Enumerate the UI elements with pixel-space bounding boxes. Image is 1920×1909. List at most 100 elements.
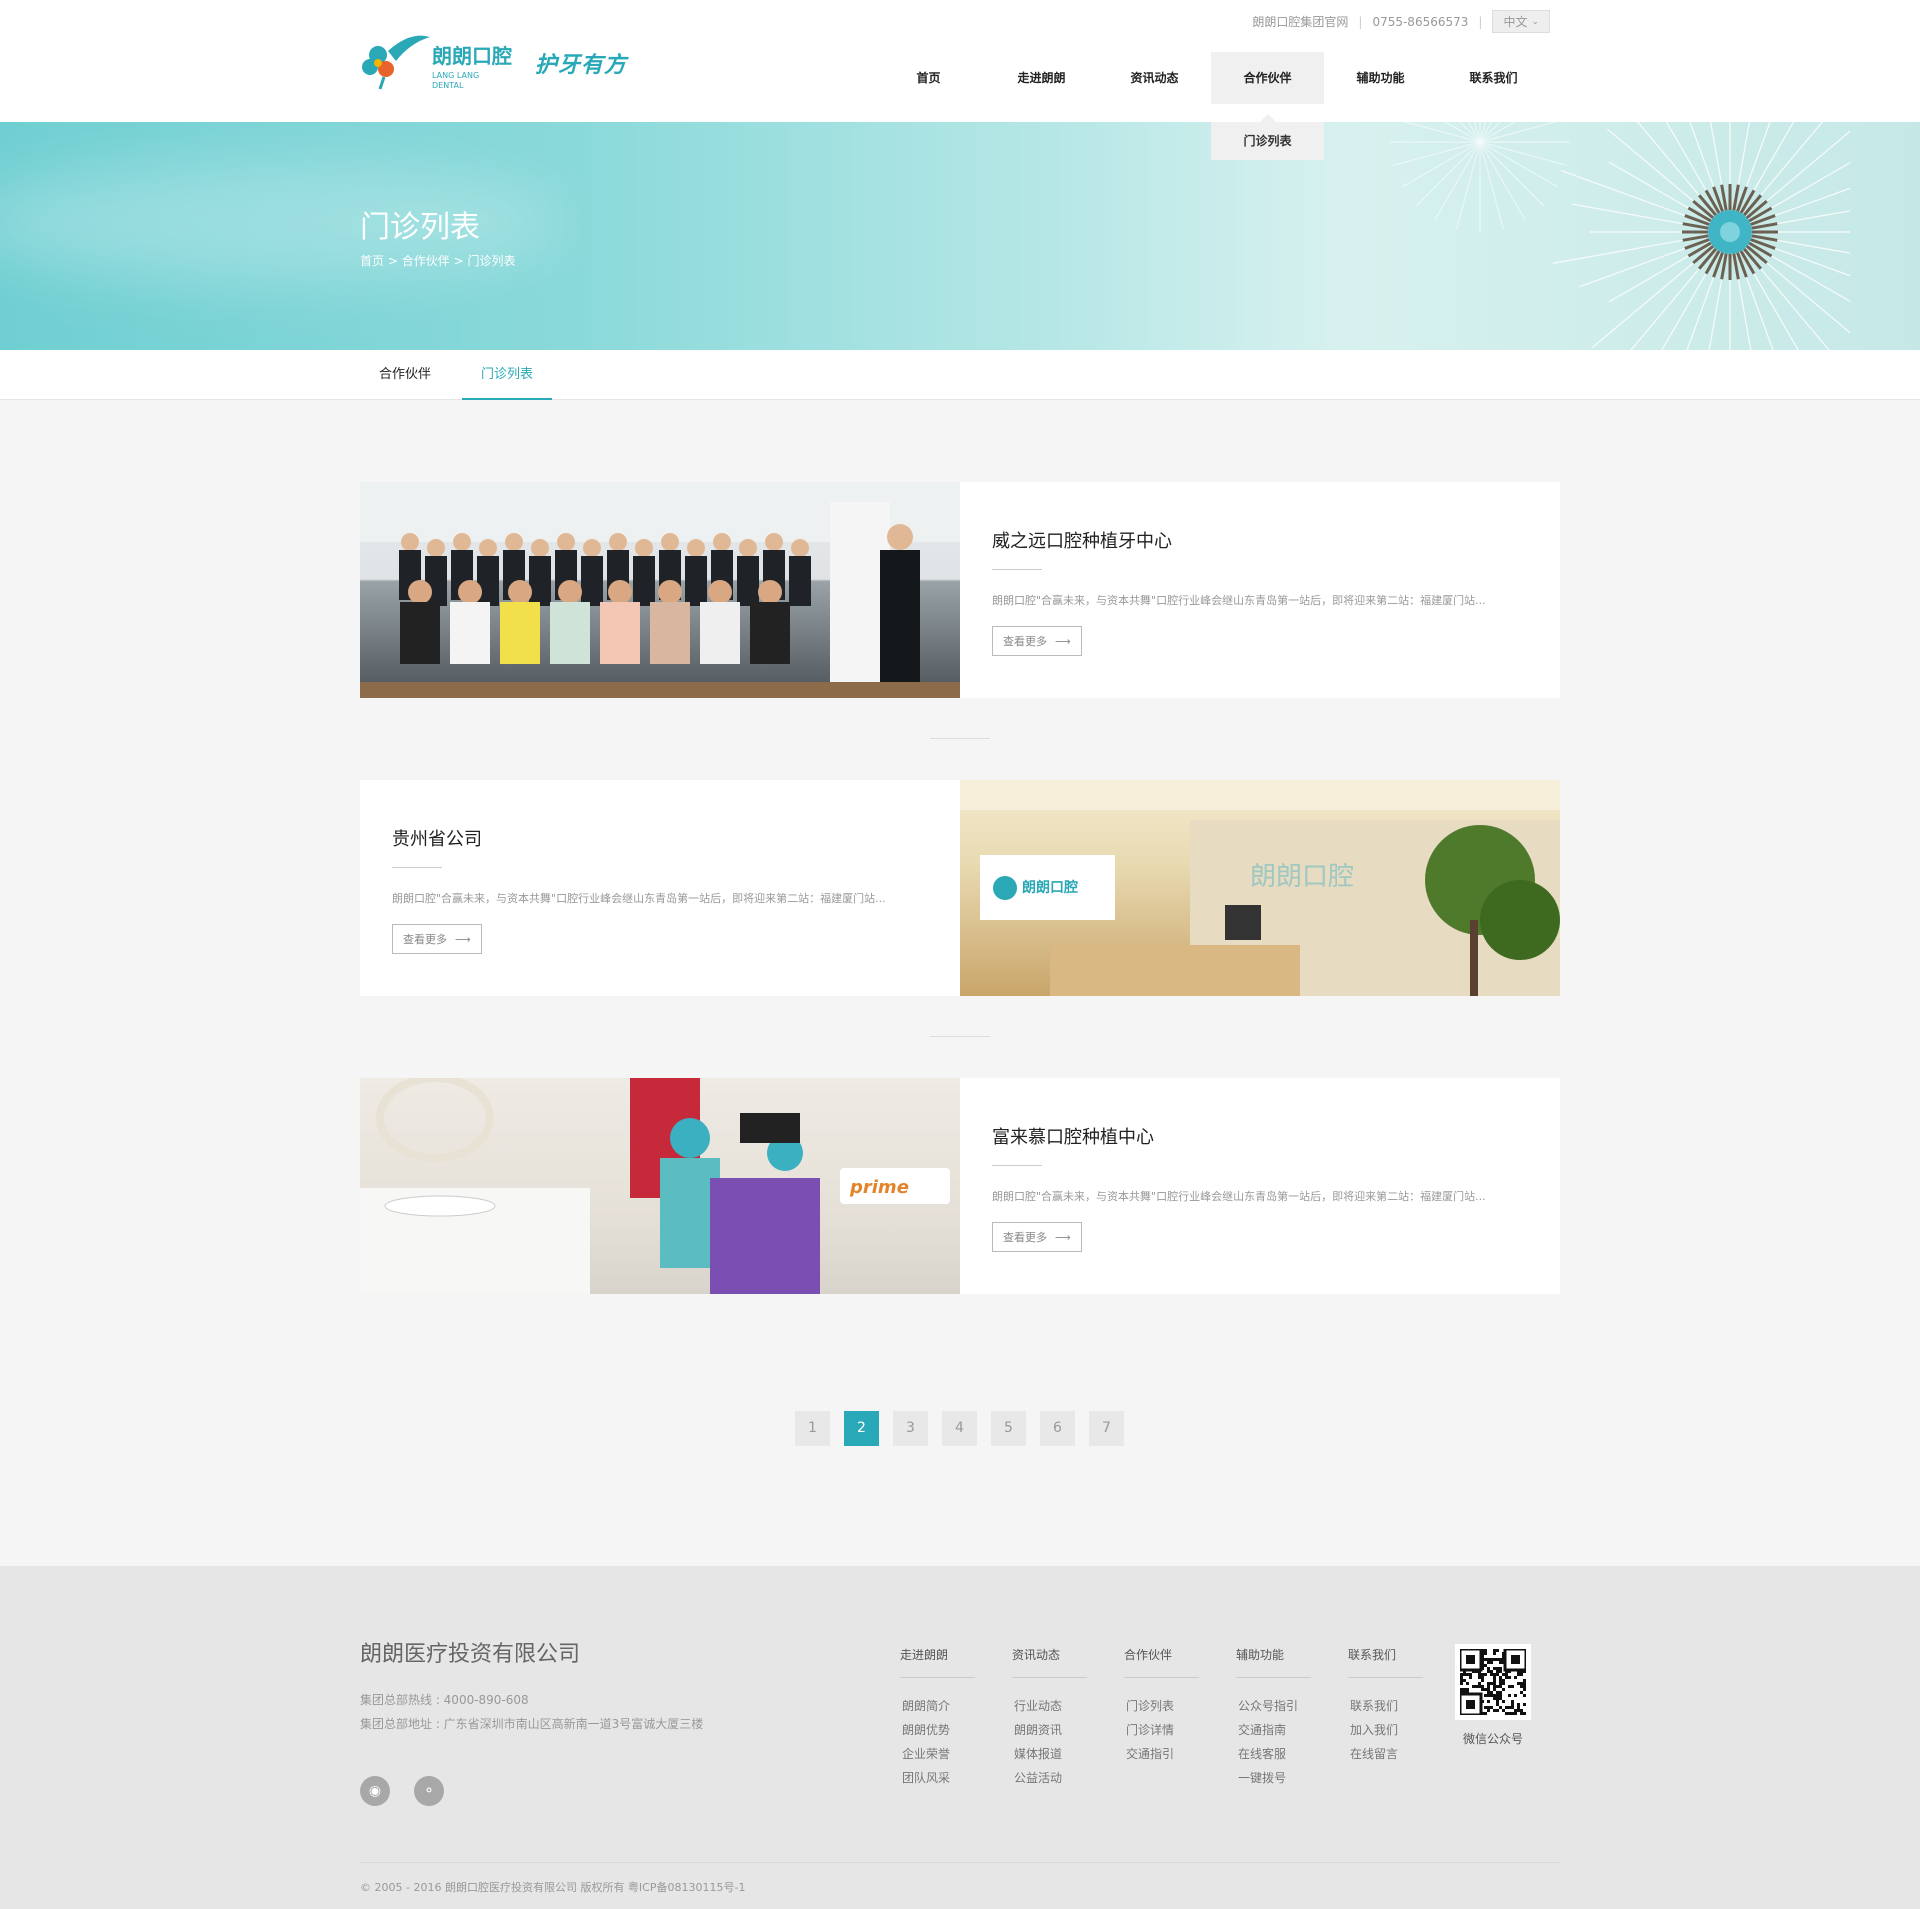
footer-link[interactable]: 在线留言	[1348, 1742, 1423, 1766]
view-more-button[interactable]: 查看更多 ⟶	[992, 626, 1082, 656]
clinic-card[interactable]: 贵州省公司 朗朗口腔"合赢未来，与资本共舞"口腔行业峰会继山东青岛第一站后，即将…	[360, 780, 1560, 996]
footer-col-heading[interactable]: 联系我们	[1348, 1646, 1423, 1678]
nav-news[interactable]: 资讯动态	[1098, 52, 1211, 104]
clinic-title[interactable]: 贵州省公司	[392, 825, 928, 851]
footer-link-columns: 走进朗朗 朗朗简介 朗朗优势 企业荣誉 团队风采 资讯动态 行业动态 朗朗资讯 …	[900, 1646, 1423, 1790]
clinic-photo-team	[360, 482, 960, 698]
footer-link[interactable]: 公众号指引	[1236, 1694, 1311, 1718]
footer-link[interactable]: 朗朗资讯	[1012, 1718, 1087, 1742]
breadcrumb-partners[interactable]: 合作伙伴	[402, 254, 450, 268]
clinic-card[interactable]: prime 富来慕口腔种植中心 朗朗口腔"合赢未来，与资本共舞"口腔行业峰会继山…	[360, 1078, 1560, 1294]
nav-home[interactable]: 首页	[872, 52, 985, 104]
footer-link[interactable]: 团队风采	[900, 1766, 975, 1790]
page-5[interactable]: 5	[991, 1411, 1026, 1446]
qr-caption: 微信公众号	[1462, 1732, 1523, 1746]
arrow-right-icon: ⟶	[455, 932, 471, 946]
logo-en-text-1: LANG LANG	[432, 71, 479, 80]
divider: |	[1358, 14, 1363, 29]
page-2[interactable]: 2	[844, 1411, 879, 1446]
footer-link[interactable]: 交通指引	[1124, 1742, 1199, 1766]
logo-mark: 朗朗口腔 LANG LANG DENTAL	[360, 33, 515, 93]
view-more-label: 查看更多	[1003, 1231, 1047, 1244]
footer-link[interactable]: 朗朗优势	[900, 1718, 975, 1742]
tab-partners[interactable]: 合作伙伴	[360, 350, 450, 400]
footer-link[interactable]: 企业荣誉	[900, 1742, 975, 1766]
arrow-right-icon: ⟶	[1055, 1230, 1071, 1244]
wechat-qr: 微信公众号	[1455, 1644, 1531, 1747]
official-site-link[interactable]: 朗朗口腔集团官网	[1252, 13, 1348, 30]
language-label: 中文	[1503, 15, 1528, 29]
logo-cn-text: 朗朗口腔	[432, 44, 512, 68]
language-select[interactable]: 中文 ⌄	[1492, 10, 1550, 33]
dandelion-image	[1390, 122, 1850, 350]
site-logo[interactable]: 朗朗口腔 LANG LANG DENTAL 护牙有方	[360, 33, 627, 93]
qr-code-image	[1455, 1644, 1531, 1720]
logo-slogan: 护牙有方	[535, 53, 628, 78]
title-underline	[392, 867, 442, 868]
phone-number: 0755-86566573	[1372, 14, 1469, 29]
view-more-button[interactable]: 查看更多 ⟶	[992, 1222, 1082, 1252]
footer-link[interactable]: 联系我们	[1348, 1694, 1423, 1718]
nav-partners[interactable]: 合作伙伴 门诊列表	[1211, 52, 1324, 160]
view-more-button[interactable]: 查看更多 ⟶	[392, 924, 482, 954]
footer-link[interactable]: 行业动态	[1012, 1694, 1087, 1718]
flower-logo-icon	[362, 35, 430, 90]
title-underline	[992, 569, 1042, 570]
top-bar: 朗朗口腔集团官网 | 0755-86566573 | 中文 ⌄	[1252, 10, 1550, 33]
page-3[interactable]: 3	[893, 1411, 928, 1446]
footer-link[interactable]: 门诊详情	[1124, 1718, 1199, 1742]
clinic-list: 威之远口腔种植牙中心 朗朗口腔"合赢未来，与资本共舞"口腔行业峰会继山东青岛第一…	[360, 482, 1560, 1294]
wechat-icon[interactable]: ⚬	[414, 1776, 444, 1806]
footer-col-heading[interactable]: 辅助功能	[1236, 1646, 1311, 1678]
breadcrumb-current: 门诊列表	[467, 254, 516, 268]
page-banner: 门诊列表 首页 > 合作伙伴 > 门诊列表	[0, 122, 1920, 350]
footer-col-heading[interactable]: 资讯动态	[1012, 1646, 1087, 1678]
footer-link[interactable]: 交通指南	[1236, 1718, 1311, 1742]
footer-link[interactable]: 一键拨号	[1236, 1766, 1311, 1790]
weibo-icon[interactable]: ◉	[360, 1776, 390, 1806]
footer-link[interactable]: 加入我们	[1348, 1718, 1423, 1742]
prime-logo-text: prime	[849, 1177, 909, 1198]
footer-col-heading[interactable]: 走进朗朗	[900, 1646, 975, 1678]
breadcrumb-sep: >	[387, 254, 398, 268]
footer-link[interactable]: 在线客服	[1236, 1742, 1311, 1766]
footer-hotline: 集团总部热线 : 4000-890-608	[360, 1693, 529, 1707]
page-1[interactable]: 1	[795, 1411, 830, 1446]
footer-link[interactable]: 公益活动	[1012, 1766, 1087, 1790]
nav-contact[interactable]: 联系我们	[1437, 52, 1550, 104]
footer-address: 集团总部地址 : 广东省深圳市南山区高新南一道3号富诚大厦三楼	[360, 1717, 704, 1731]
page-6[interactable]: 6	[1040, 1411, 1075, 1446]
clinic-desc: 朗朗口腔"合赢未来，与资本共舞"口腔行业峰会继山东青岛第一站后，即将迎来第二站：…	[992, 1190, 1486, 1203]
footer-col-heading[interactable]: 合作伙伴	[1124, 1646, 1199, 1678]
nav-dropdown-clinic-list[interactable]: 门诊列表	[1211, 114, 1324, 160]
sub-nav: 合作伙伴 门诊列表	[0, 350, 1920, 400]
tab-clinic-list[interactable]: 门诊列表	[462, 350, 553, 400]
footer-col-tools: 辅助功能 公众号指引 交通指南 在线客服 一键拨号	[1236, 1646, 1311, 1790]
breadcrumb: 首页 > 合作伙伴 > 门诊列表	[360, 252, 515, 269]
footer-col-news: 资讯动态 行业动态 朗朗资讯 媒体报道 公益活动	[1012, 1646, 1087, 1790]
footer-link[interactable]: 朗朗简介	[900, 1694, 975, 1718]
footer-col-partners: 合作伙伴 门诊列表 门诊详情 交通指引	[1124, 1646, 1199, 1790]
footer-link[interactable]: 媒体报道	[1012, 1742, 1087, 1766]
breadcrumb-sep: >	[453, 254, 464, 268]
breadcrumb-home[interactable]: 首页	[360, 254, 384, 268]
clinic-card[interactable]: 威之远口腔种植牙中心 朗朗口腔"合赢未来，与资本共舞"口腔行业峰会继山东青岛第一…	[360, 482, 1560, 698]
footer-col-about: 走进朗朗 朗朗简介 朗朗优势 企业荣誉 团队风采	[900, 1646, 975, 1790]
view-more-label: 查看更多	[403, 933, 447, 946]
page-7[interactable]: 7	[1089, 1411, 1124, 1446]
footer-link[interactable]: 门诊列表	[1124, 1694, 1199, 1718]
clinic-title[interactable]: 威之远口腔种植牙中心	[992, 527, 1528, 553]
social-links: ◉ ⚬	[360, 1776, 444, 1806]
page-4[interactable]: 4	[942, 1411, 977, 1446]
clinic-title[interactable]: 富来慕口腔种植中心	[992, 1123, 1528, 1149]
footer-company-name: 朗朗医疗投资有限公司	[360, 1642, 581, 1667]
reception-photo-illustration: 朗朗口腔 朗朗口腔	[960, 780, 1560, 996]
logo-en-text-2: DENTAL	[432, 81, 464, 90]
clinic-photo-treatment: prime	[360, 1078, 960, 1294]
nav-tools[interactable]: 辅助功能	[1324, 52, 1437, 104]
nav-about[interactable]: 走进朗朗	[985, 52, 1098, 104]
clinic-info: 威之远口腔种植牙中心 朗朗口腔"合赢未来，与资本共舞"口腔行业峰会继山东青岛第一…	[960, 482, 1560, 698]
card-divider	[930, 1036, 990, 1037]
clinic-photo-reception: 朗朗口腔 朗朗口腔	[960, 780, 1560, 996]
card-divider	[930, 738, 990, 739]
